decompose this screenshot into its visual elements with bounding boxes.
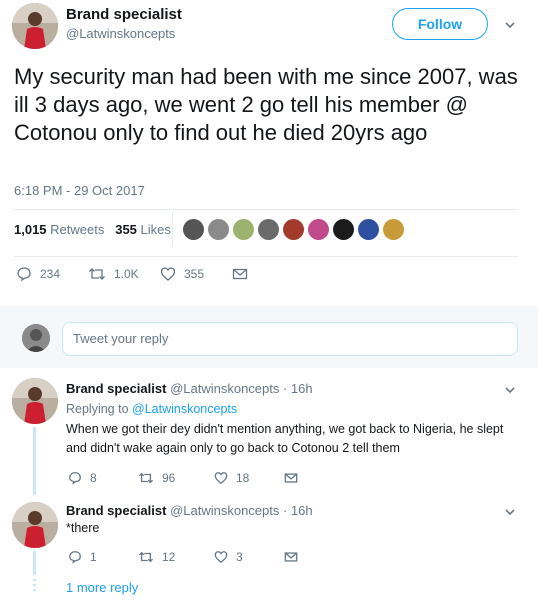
envelope-icon <box>232 268 248 280</box>
dm-action[interactable] <box>284 471 306 485</box>
replying-prefix: Replying to <box>66 402 129 416</box>
liker-avatar[interactable] <box>183 219 204 240</box>
reply-author-meta: @Latwinskoncepts · 16h <box>170 503 313 518</box>
divider <box>14 256 518 257</box>
reply-author[interactable]: Brand specialist @Latwinskoncepts · 16h <box>66 503 313 518</box>
like-count: 18 <box>236 471 250 485</box>
retweet-count: 1.0K <box>114 267 139 281</box>
retweet-action[interactable]: 96 <box>138 471 175 485</box>
stats-divider <box>172 212 173 246</box>
retweet-action[interactable]: 12 <box>138 550 175 564</box>
replying-handle[interactable]: @Latwinskoncepts <box>132 402 237 416</box>
like-action[interactable]: 355 <box>160 266 204 282</box>
thread-dot <box>33 579 36 581</box>
like-action[interactable]: 18 <box>214 471 249 485</box>
liker-avatar[interactable] <box>233 219 254 240</box>
author-avatar[interactable] <box>12 3 58 49</box>
liker-avatar[interactable] <box>333 219 354 240</box>
thread-dot <box>33 589 36 591</box>
reply-icon <box>69 472 81 485</box>
divider <box>14 209 518 210</box>
retweet-icon <box>138 472 154 484</box>
retweet-count: 12 <box>162 550 176 564</box>
liker-avatar[interactable] <box>358 219 379 240</box>
current-user-avatar <box>22 324 50 352</box>
thread-dot <box>33 584 36 586</box>
retweet-count: 96 <box>162 471 176 485</box>
retweets-count: 1,015 <box>14 222 47 237</box>
reply-text-line: *there <box>66 521 100 535</box>
tweet-stats: 1,015 Retweets 355 Likes <box>14 222 171 237</box>
more-replies-link[interactable]: 1 more reply <box>66 580 138 595</box>
reply-icon <box>17 267 31 282</box>
tweet-reply-input[interactable]: Tweet your reply <box>62 322 518 356</box>
reply-author[interactable]: Brand specialist @Latwinskoncepts · 16h <box>66 381 313 396</box>
reply-action[interactable]: 234 <box>16 266 60 282</box>
follow-button[interactable]: Follow <box>392 8 488 40</box>
heart-icon <box>214 472 228 485</box>
like-count: 3 <box>236 550 243 564</box>
liker-avatar[interactable] <box>308 219 329 240</box>
retweet-icon <box>138 551 154 563</box>
tweet-timestamp[interactable]: 6:18 PM - 29 Oct 2017 <box>14 183 145 198</box>
like-count: 355 <box>184 267 205 281</box>
reply-action[interactable]: 8 <box>68 471 97 485</box>
retweet-icon <box>89 268 105 280</box>
dm-action[interactable] <box>232 266 256 282</box>
reply-author-avatar[interactable] <box>12 378 58 424</box>
envelope-icon <box>284 473 298 483</box>
reply-action[interactable]: 1 <box>68 550 97 564</box>
liker-avatar[interactable] <box>208 219 229 240</box>
reply-text-line: When we got their dey didn't mention any… <box>66 422 504 436</box>
chevron-down-icon[interactable] <box>503 18 517 32</box>
liker-avatar[interactable] <box>258 219 279 240</box>
chevron-down-icon[interactable] <box>503 383 517 397</box>
heart-icon <box>214 551 228 564</box>
reply-author-meta: @Latwinskoncepts · 16h <box>170 381 313 396</box>
envelope-icon <box>284 552 298 562</box>
reply-count: 8 <box>90 471 97 485</box>
reply-author-name: Brand specialist <box>66 381 167 396</box>
author-handle[interactable]: @Latwinskoncepts <box>66 26 175 41</box>
reply-count: 1 <box>90 550 97 564</box>
chevron-down-icon[interactable] <box>503 505 517 519</box>
likes-label: Likes <box>140 222 171 237</box>
tweet-text: My security man had been with me since 2… <box>14 64 518 145</box>
retweets-stat[interactable]: 1,015 Retweets <box>14 222 104 237</box>
liker-avatar[interactable] <box>383 219 404 240</box>
retweet-action[interactable]: 1.0K <box>88 266 139 282</box>
thread-line <box>33 551 36 575</box>
liker-avatar[interactable] <box>283 219 304 240</box>
thread-line <box>33 427 36 495</box>
like-action[interactable]: 3 <box>214 550 243 564</box>
replying-to: Replying to @Latwinskoncepts <box>66 400 526 419</box>
reply-count: 234 <box>40 267 61 281</box>
reply-author-name: Brand specialist <box>66 503 167 518</box>
author-name[interactable]: Brand specialist <box>66 6 182 23</box>
likes-stat[interactable]: 355 Likes <box>115 222 171 237</box>
heart-icon <box>160 267 176 281</box>
reply-text-line: and didn't wake again only to go back to… <box>66 441 400 455</box>
tweet-header: Brand specialist @Latwinskoncepts Follow <box>0 0 538 60</box>
reply-author-avatar[interactable] <box>12 502 58 548</box>
retweets-label: Retweets <box>50 222 105 237</box>
dm-action[interactable] <box>284 550 306 564</box>
likes-count: 355 <box>115 222 137 237</box>
reply-icon <box>69 551 81 564</box>
